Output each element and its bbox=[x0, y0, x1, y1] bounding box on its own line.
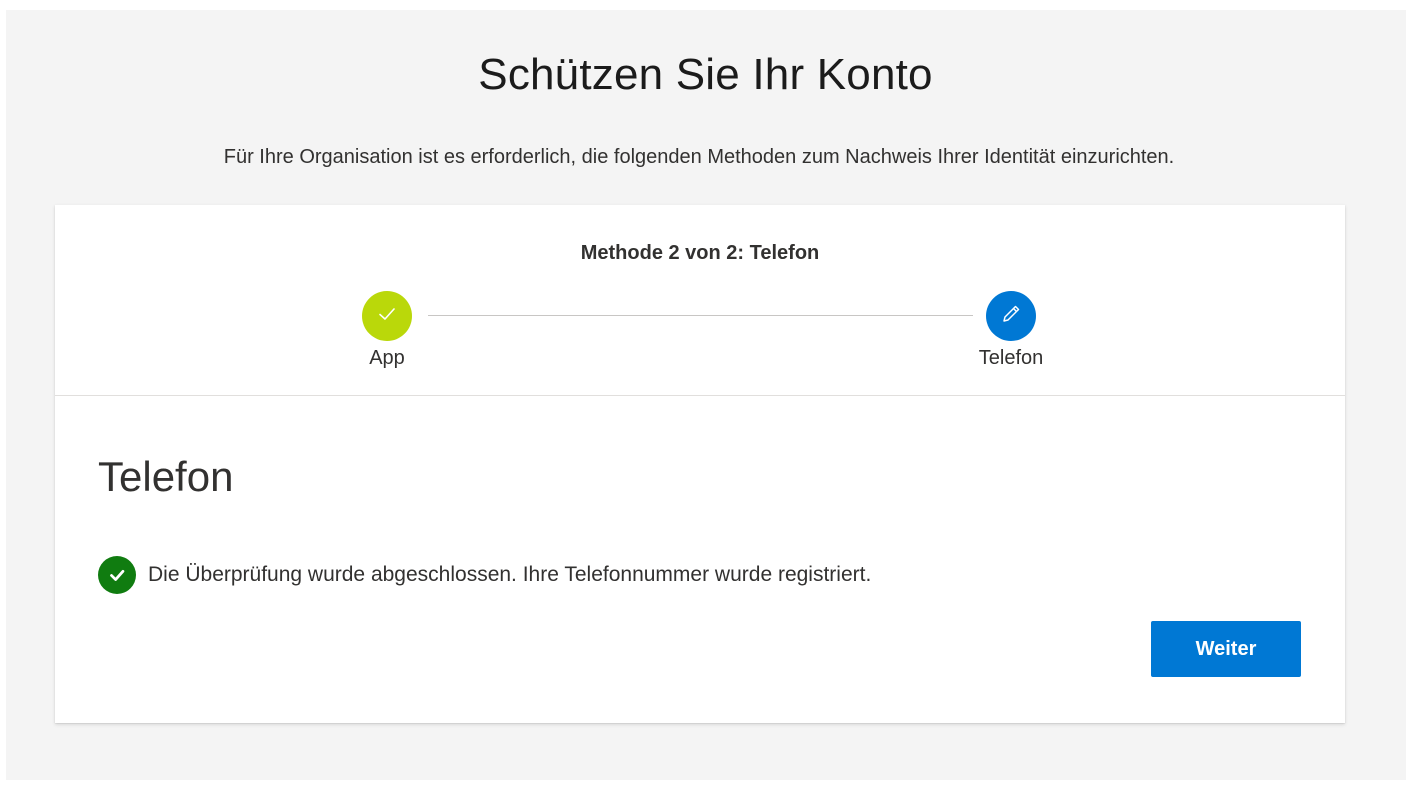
step-app-indicator bbox=[362, 291, 412, 341]
checkmark-icon bbox=[375, 302, 399, 331]
success-check-icon bbox=[98, 556, 136, 594]
status-message: Die Überprüfung wurde abgeschlossen. Ihr… bbox=[148, 563, 872, 586]
step-app-label: App bbox=[369, 347, 405, 369]
stepper-connector-line bbox=[428, 315, 973, 316]
progress-stepper: Methode 2 von 2: Telefon App Telefon bbox=[55, 205, 1345, 396]
step-telefon-indicator bbox=[986, 291, 1036, 341]
verification-status: Die Überprüfung wurde abgeschlossen. Ihr… bbox=[98, 556, 871, 594]
pencil-icon bbox=[999, 302, 1023, 331]
step-telefon-label: Telefon bbox=[978, 347, 1044, 369]
page-subtitle: Für Ihre Organisation ist es erforderlic… bbox=[223, 146, 1175, 168]
stepper-caption: Methode 2 von 2: Telefon bbox=[580, 242, 820, 264]
page-title: Schützen Sie Ihr Konto bbox=[478, 50, 933, 99]
next-button[interactable]: Weiter bbox=[1151, 621, 1301, 677]
section-title: Telefon bbox=[98, 453, 234, 500]
setup-card: Methode 2 von 2: Telefon App Telefon Tel… bbox=[55, 205, 1345, 723]
